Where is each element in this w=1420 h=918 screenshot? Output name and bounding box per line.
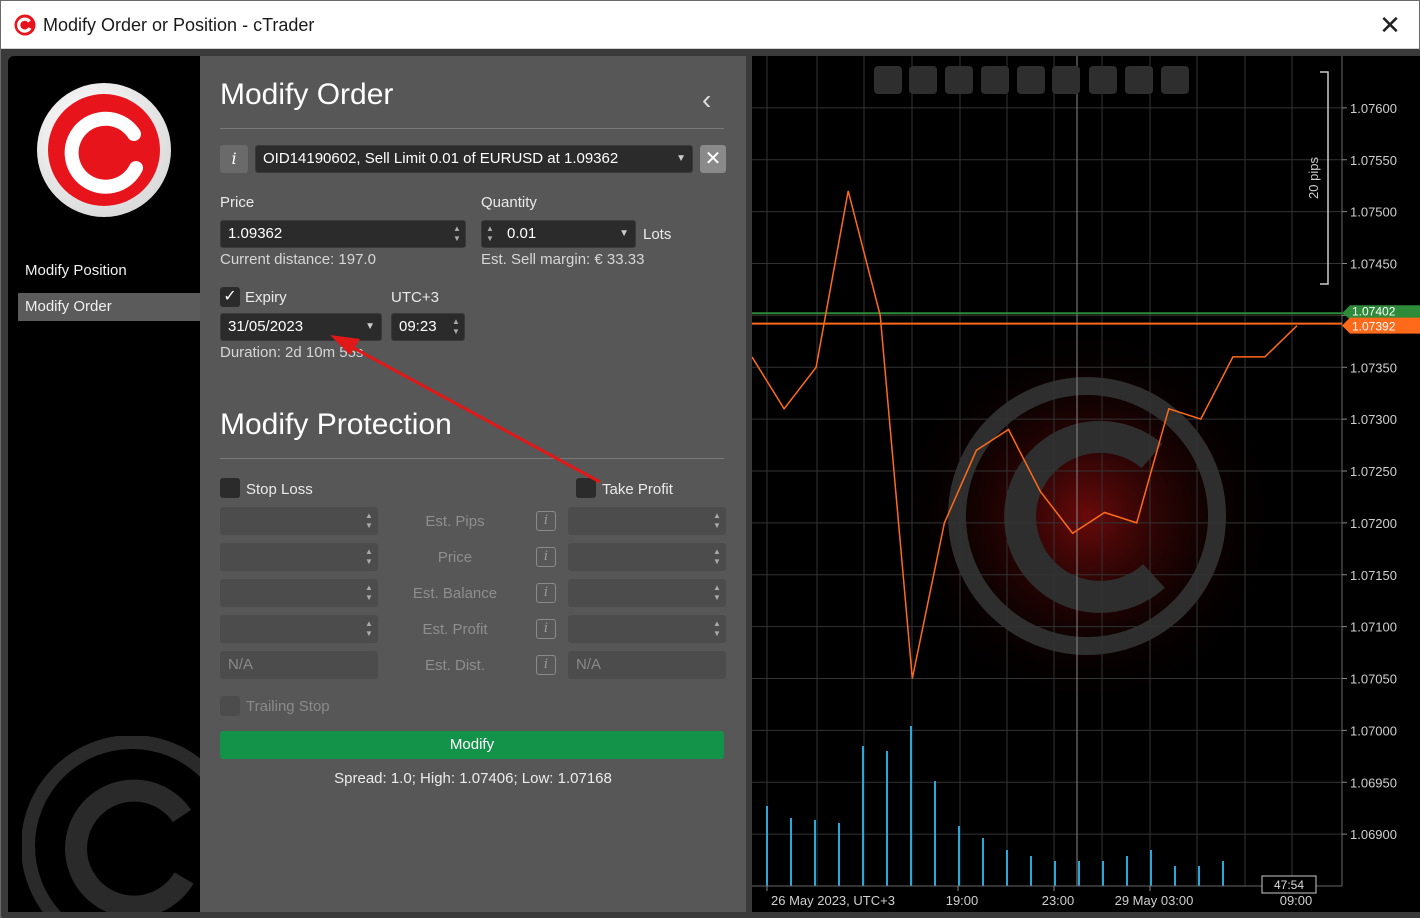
y-tick-label: 1.07600 <box>1350 101 1397 116</box>
window-content: Modify Position Modify Order Modify Orde… <box>2 50 1420 918</box>
chart-settings-icon[interactable] <box>945 66 973 94</box>
window-title: Modify Order or Position - cTrader <box>43 15 315 35</box>
zoom-out-icon[interactable] <box>874 66 902 94</box>
y-tick-label: 1.07000 <box>1350 723 1397 738</box>
x-tick-label: 19:00 <box>946 893 979 908</box>
y-tick-label: 1.06900 <box>1350 827 1397 842</box>
modify-order-window: Modify Order or Position - cTrader ✕ Mod… <box>0 0 1420 918</box>
y-tick-label: 1.07200 <box>1350 516 1397 531</box>
y-tick-label: 1.07450 <box>1350 257 1397 272</box>
ask-tag-label: 1.07392 <box>1352 320 1396 334</box>
y-tick-label: 1.06950 <box>1350 775 1397 790</box>
x-tick-label: 23:00 <box>1042 893 1075 908</box>
sentiment-icon[interactable] <box>1125 66 1153 94</box>
chart-canvas[interactable]: 1.076001.075501.075001.074501.074001.073… <box>752 56 1420 912</box>
x-tick-label: 09:00 <box>1280 893 1313 908</box>
ctrader-logo-icon <box>37 83 171 217</box>
y-tick-label: 1.07350 <box>1350 360 1397 375</box>
y-tick-label: 1.07100 <box>1350 620 1397 635</box>
facebook-icon[interactable] <box>1089 66 1117 94</box>
zoom-in-icon[interactable] <box>909 66 937 94</box>
share-icon[interactable] <box>1161 66 1189 94</box>
sidebar-item-modify-order[interactable]: Modify Order <box>18 293 200 321</box>
annotation-arrow <box>330 335 601 484</box>
ctrader-logo-icon <box>14 14 36 36</box>
ctrader-watermark-icon <box>22 736 200 912</box>
close-window-button[interactable]: ✕ <box>1375 10 1405 40</box>
x-tick-label: 26 May 2023, UTC+3 <box>771 893 895 908</box>
countdown-label: 47:54 <box>1274 878 1304 892</box>
y-tick-label: 1.07500 <box>1350 205 1397 220</box>
y-tick-label: 1.07050 <box>1350 672 1397 687</box>
y-tick-label: 1.07250 <box>1350 464 1397 479</box>
bid-tag-label: 1.07402 <box>1352 304 1396 318</box>
x-tick-label: 29 May 03:00 <box>1115 893 1194 908</box>
y-tick-label: 1.07150 <box>1350 568 1397 583</box>
price-chart[interactable]: 1.076001.075501.075001.074501.074001.073… <box>752 56 1420 912</box>
modify-panel: Modify Order ‹ i OID14190602, Sell Limit… <box>200 56 746 912</box>
y-tick-label: 1.07550 <box>1350 153 1397 168</box>
pips-bracket <box>1320 71 1329 285</box>
sidebar-item-modify-position[interactable]: Modify Position <box>18 257 200 285</box>
pips-label: 20 pips <box>1306 157 1321 199</box>
timeframe-h1-icon[interactable] <box>1017 66 1045 94</box>
title-bar: Modify Order or Position - cTrader ✕ <box>1 1 1419 49</box>
list-icon[interactable] <box>1052 66 1080 94</box>
y-tick-label: 1.07300 <box>1350 412 1397 427</box>
sidebar: Modify Position Modify Order <box>8 56 200 912</box>
indicator-icon[interactable] <box>981 66 1009 94</box>
